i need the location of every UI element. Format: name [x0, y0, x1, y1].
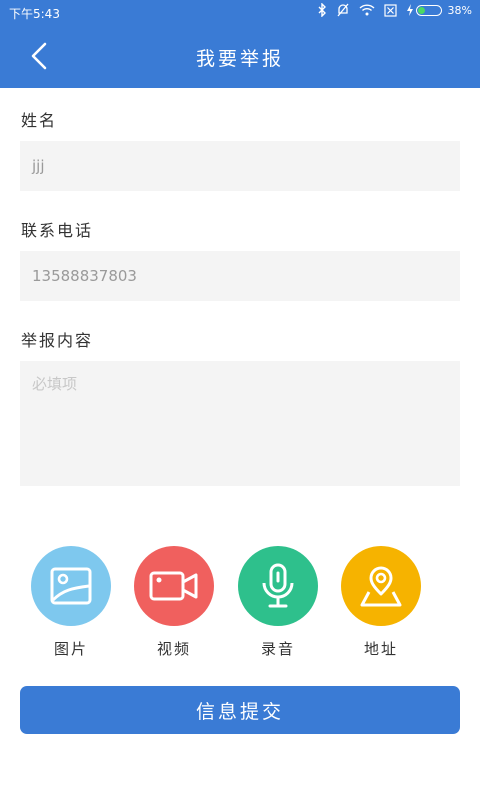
content-label: 举报内容 [21, 331, 94, 350]
location-pin-icon [360, 566, 402, 607]
name-value: jjj [32, 157, 45, 175]
audio-record-circle[interactable] [238, 546, 318, 626]
name-label: 姓名 [21, 111, 58, 130]
header-bar: 我要举报 [0, 24, 480, 88]
video-attach-label: 视频 [156, 640, 191, 658]
submit-button[interactable]: 信息提交 [20, 686, 460, 734]
charging-bolt-icon [406, 4, 413, 16]
name-field[interactable]: jjj [20, 141, 460, 191]
location-label: 地址 [363, 640, 398, 658]
battery-icon [415, 4, 442, 16]
location-button[interactable]: 地址 [341, 546, 421, 659]
video-camera-icon [149, 571, 198, 601]
status-time: 下午5:43 [9, 7, 60, 21]
video-attach-circle[interactable] [134, 546, 214, 626]
image-attach-circle[interactable] [31, 546, 111, 626]
image-icon [50, 567, 92, 605]
video-attach-button[interactable]: 视频 [134, 546, 214, 659]
phone-value: 13588837803 [32, 267, 137, 285]
microphone-icon [262, 563, 294, 608]
phone-field[interactable]: 13588837803 [20, 251, 460, 301]
audio-record-label: 录音 [260, 640, 295, 658]
page-title: 我要举报 [195, 48, 284, 70]
wifi-icon [359, 4, 375, 16]
phone-label: 联系电话 [21, 221, 94, 240]
battery-indicator: 38% [406, 4, 472, 17]
no-sim-icon [383, 3, 397, 17]
status-icons: 38% [317, 3, 472, 17]
content-textarea[interactable]: 必填项 [20, 361, 460, 486]
location-circle[interactable] [341, 546, 421, 626]
silent-bell-icon [337, 3, 349, 17]
content-placeholder: 必填项 [32, 375, 78, 393]
image-attach-button[interactable]: 图片 [31, 546, 111, 659]
battery-percent: 38% [447, 3, 472, 17]
status-bar: 下午5:43 38% [0, 0, 480, 24]
image-attach-label: 图片 [53, 640, 88, 658]
bluetooth-icon [318, 3, 326, 17]
audio-record-button[interactable]: 录音 [238, 546, 318, 659]
